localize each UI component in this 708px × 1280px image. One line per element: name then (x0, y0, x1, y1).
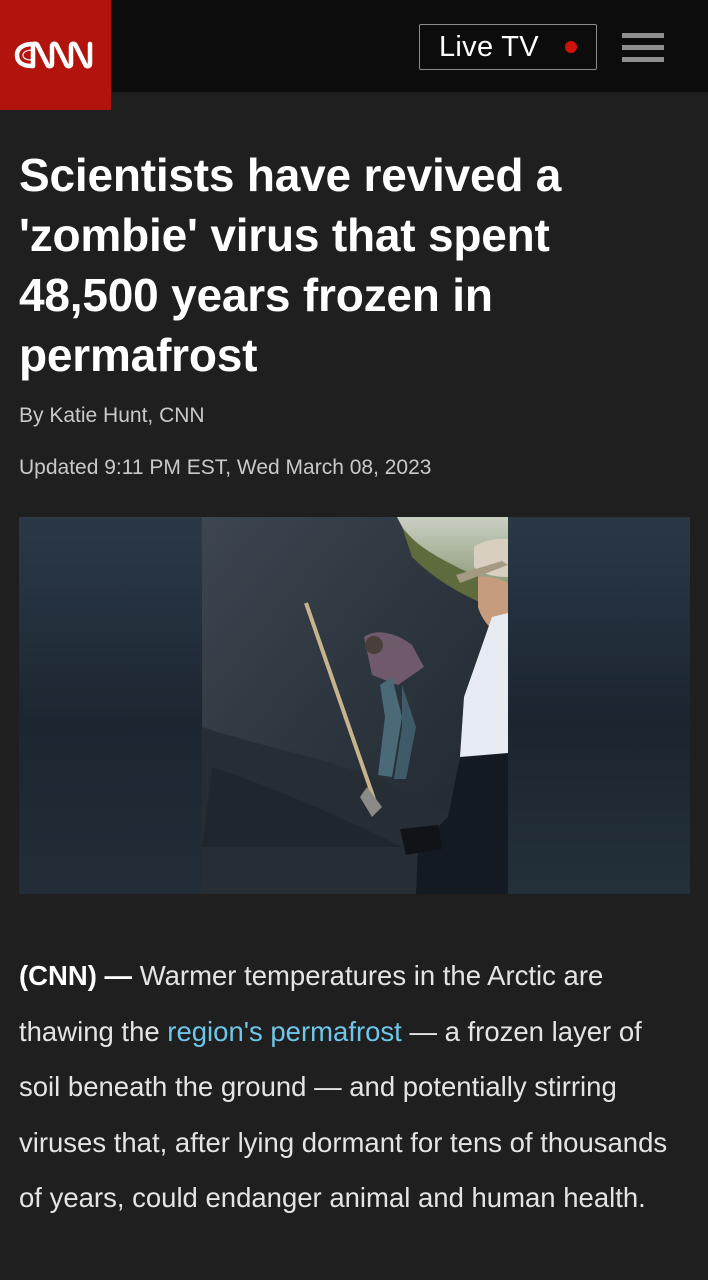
article-byline[interactable]: By Katie Hunt, CNN (19, 404, 205, 428)
live-tv-label: Live TV (439, 30, 539, 63)
menu-bar-bottom (622, 57, 664, 62)
article-dateline: (CNN) (19, 960, 97, 991)
top-navigation-bar: Live TV (0, 0, 708, 110)
lead-media-video[interactable] (19, 517, 690, 894)
menu-bar-middle (622, 45, 664, 50)
live-indicator-dot-icon (565, 41, 577, 53)
article-timestamp: Updated 9:11 PM EST, Wed March 08, 2023 (19, 456, 432, 479)
dateline-dash: — (96, 960, 140, 991)
live-tv-button[interactable]: Live TV (419, 24, 597, 70)
menu-bar-top (622, 33, 664, 38)
permafrost-scientists-photo (202, 517, 508, 894)
cnn-logo-mark (14, 41, 92, 69)
article-headline: Scientists have revived a 'zombie' virus… (19, 149, 562, 381)
media-blur-backdrop-right (508, 517, 690, 894)
cnn-logo[interactable] (0, 0, 111, 110)
media-blur-backdrop-left (19, 517, 202, 894)
permafrost-link[interactable]: region's permafrost (167, 1016, 402, 1047)
hamburger-menu-icon[interactable] (622, 33, 664, 63)
permafrost-scene-illustration (202, 517, 508, 894)
article-body-paragraph: (CNN) — Warmer temperatures in the Arcti… (19, 948, 689, 1226)
